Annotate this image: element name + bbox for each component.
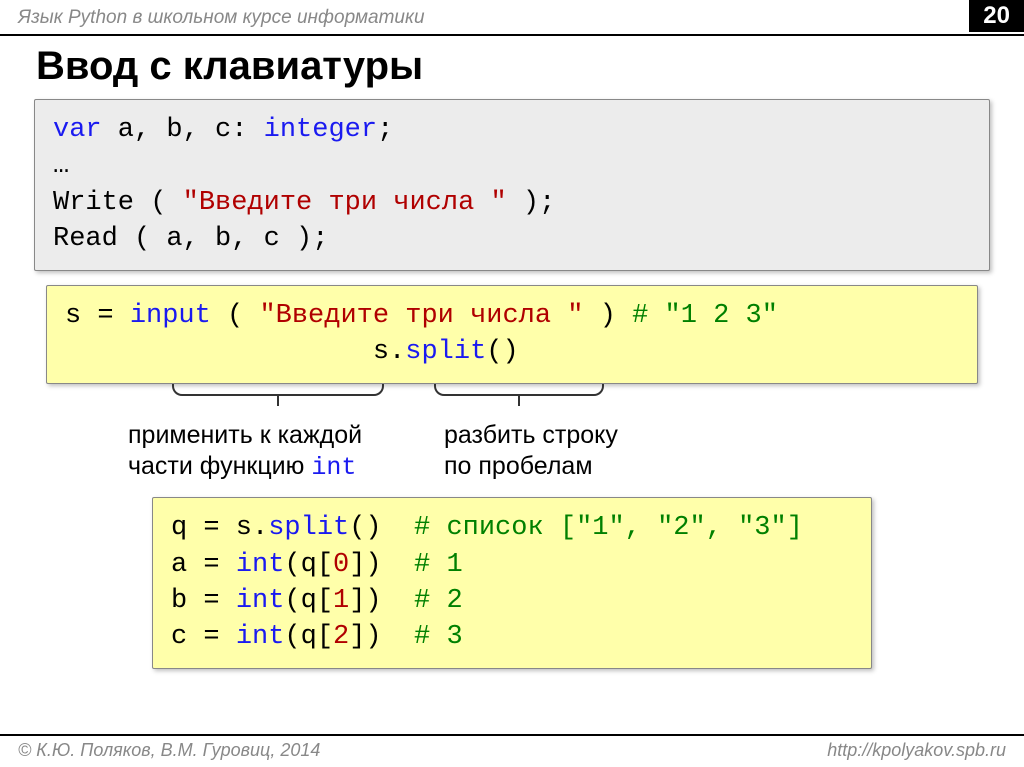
annotation-text: разбить строку (444, 420, 704, 451)
code-token: var (53, 115, 102, 145)
slide-header: Язык Python в школьном курсе информатики… (0, 0, 1024, 34)
annotation-left: применить к каждой части функцию int (128, 420, 428, 484)
code-token: int (236, 550, 285, 580)
annotation-row: применить к каждой части функцию int раз… (0, 412, 1024, 498)
slide-footer: © К.Ю. Поляков, В.М. Гуровиц, 2014 http:… (0, 734, 1024, 767)
code-token: () (486, 337, 518, 367)
annotation-text: по пробелам (444, 451, 704, 482)
page-number: 20 (969, 0, 1024, 32)
code-token (65, 337, 373, 367)
pascal-code-block: var a, b, c: integer; … Write ( "Введите… (34, 99, 990, 271)
python-split-block: q = s.split() # список ["1", "2", "3"] a… (152, 497, 872, 669)
code-token: () (349, 513, 414, 543)
code-token: ]) (349, 550, 414, 580)
code-token: Write ( (53, 188, 183, 218)
bottom-code-wrap: q = s.split() # список ["1", "2", "3"] a… (0, 497, 1024, 689)
code-token: ]) (349, 622, 414, 652)
code-token: b = (171, 586, 236, 616)
code-token: # 1 (414, 550, 463, 580)
code-token: integer (264, 115, 377, 145)
brace-row (0, 382, 1024, 412)
code-token: # список ["1", "2", "3"] (414, 513, 803, 543)
code-token: # 3 (414, 622, 463, 652)
code-token: Read ( a, b, c ); (53, 224, 328, 254)
code-token: split (405, 337, 486, 367)
brace-left (172, 384, 384, 396)
code-token: ]) (349, 586, 414, 616)
footer-url: http://kpolyakov.spb.ru (827, 740, 1006, 761)
code-token: (q[ (284, 550, 333, 580)
code-token: (q[ (284, 622, 333, 652)
int-keyword: int (311, 453, 356, 482)
code-token: a, b, c: (102, 115, 264, 145)
code-token: # "1 2 3" (632, 301, 778, 331)
code-token: ; (377, 115, 393, 145)
code-token: ( (211, 301, 260, 331)
code-token: int (236, 586, 285, 616)
code-token: int (236, 622, 285, 652)
code-token: input (130, 301, 211, 331)
annotation-text: применить к каждой (128, 420, 428, 451)
slide-title: Ввод с клавиатуры (0, 38, 1024, 99)
footer-copyright: © К.Ю. Поляков, В.М. Гуровиц, 2014 (18, 740, 320, 761)
code-token: (q[ (284, 586, 333, 616)
python-input-block: s = input ( "Введите три числа " ) # "1 … (46, 285, 978, 384)
code-token: split (268, 513, 349, 543)
code-token: "Введите три числа " (259, 301, 583, 331)
brace-right (434, 384, 604, 396)
header-rule (0, 34, 1024, 36)
code-token: … (53, 151, 69, 181)
code-token: 2 (333, 622, 349, 652)
code-token: s. (373, 337, 405, 367)
header-subject: Язык Python в школьном курсе информатики (18, 7, 425, 29)
code-token: "Введите три числа " (183, 188, 507, 218)
annotation-text: части функцию (128, 452, 311, 480)
annotation-right: разбить строку по пробелам (444, 420, 704, 484)
annotation-text: части функцию int (128, 451, 428, 483)
code-token: ) (584, 301, 633, 331)
code-token: 1 (333, 586, 349, 616)
code-token: q = s. (171, 513, 268, 543)
code-token: ); (507, 188, 556, 218)
code-token: # 2 (414, 586, 463, 616)
code-token: c = (171, 622, 236, 652)
code-token: s = (65, 301, 130, 331)
code-token: 0 (333, 550, 349, 580)
code-token: a = (171, 550, 236, 580)
